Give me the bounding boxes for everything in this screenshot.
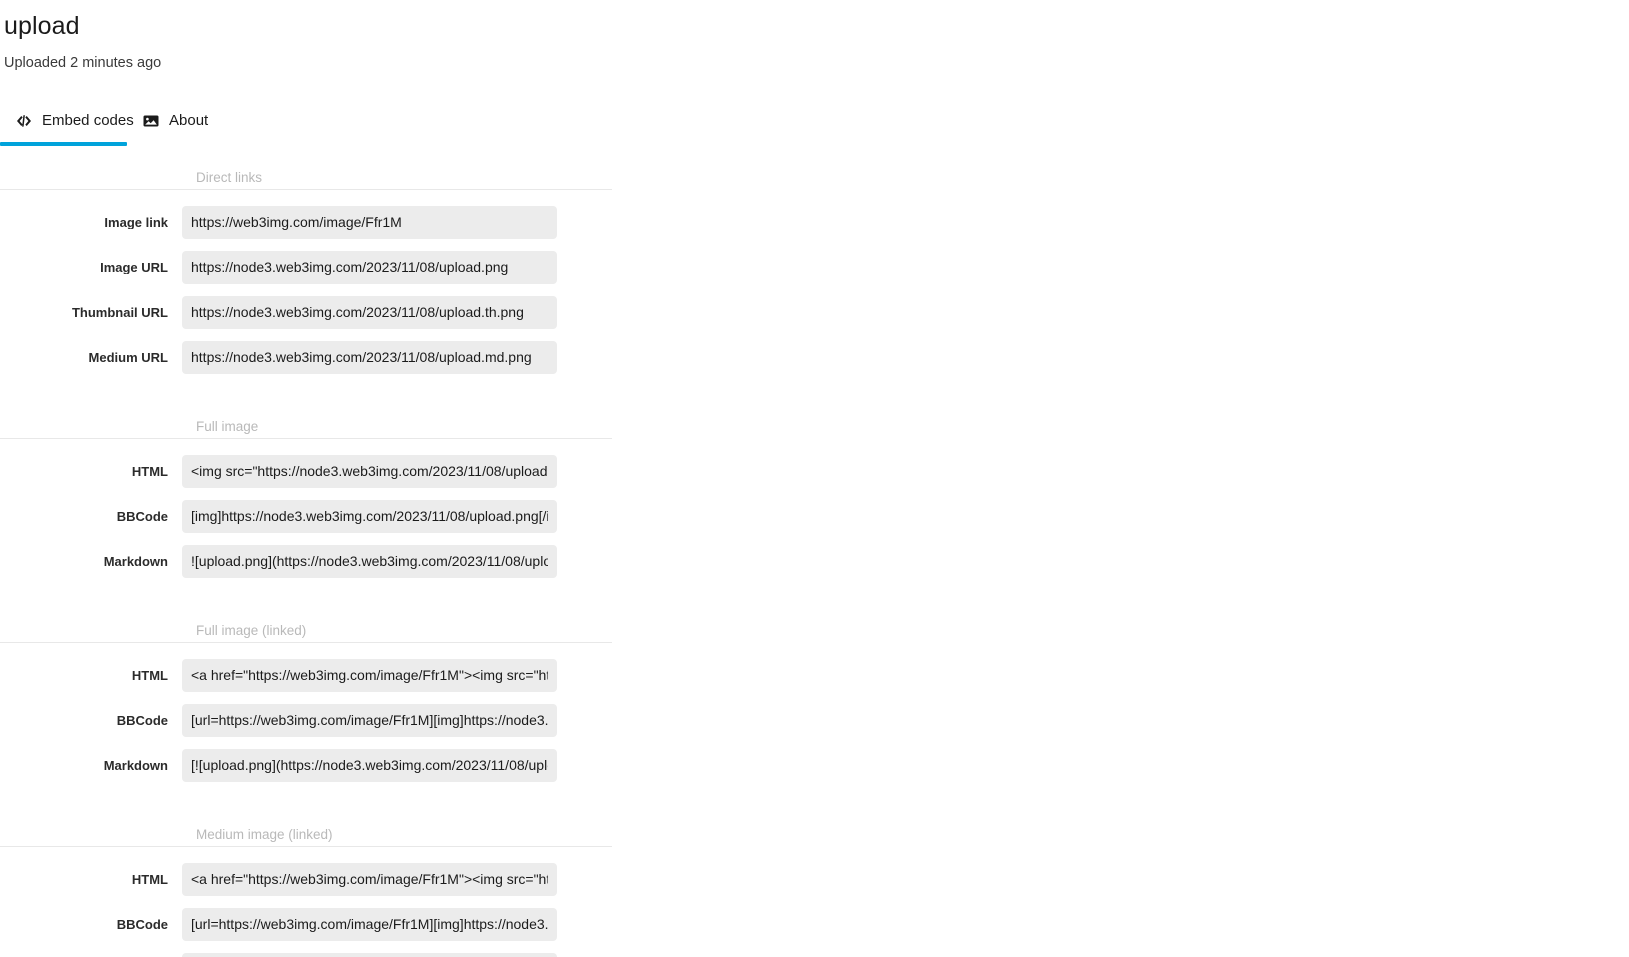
tab-bar: Embed codes About xyxy=(0,100,1629,146)
medium-image-linked-bbcode-input[interactable] xyxy=(182,907,557,941)
section-full-image: Full image HTML BBCode Markdown xyxy=(0,411,612,584)
section-title: Full image xyxy=(196,419,259,434)
section-full-image-linked-header: Full image (linked) xyxy=(0,615,612,643)
tab-embed-codes[interactable]: Embed codes xyxy=(0,102,134,146)
field-label: Medium URL xyxy=(88,350,168,364)
full-image-linked-markdown-input[interactable] xyxy=(182,748,557,782)
section-title: Direct links xyxy=(196,170,263,185)
field-label: BBCode xyxy=(116,917,168,931)
field-row: BBCode xyxy=(0,902,612,947)
section-full-image-linked-rows: HTML BBCode Markdown xyxy=(0,643,612,788)
medium-image-linked-markdown-input[interactable] xyxy=(182,952,557,957)
image-url-input[interactable] xyxy=(182,250,557,284)
tab-about[interactable]: About xyxy=(127,102,220,140)
section-direct-links: Direct links Image link Image URL Thumbn… xyxy=(0,162,612,380)
section-medium-image-linked-rows: HTML BBCode Markdown xyxy=(0,847,612,957)
section-medium-image-linked: Medium image (linked) HTML BBCode Markdo… xyxy=(0,819,612,957)
medium-url-input[interactable] xyxy=(182,340,557,374)
field-row: Markdown xyxy=(0,947,612,957)
field-row: HTML xyxy=(0,449,612,494)
field-label: BBCode xyxy=(116,509,168,523)
field-label: HTML xyxy=(131,872,168,886)
section-full-image-linked: Full image (linked) HTML BBCode Markdown xyxy=(0,615,612,788)
embed-codes-content: Direct links Image link Image URL Thumbn… xyxy=(0,140,1629,957)
field-label: Markdown xyxy=(103,554,168,568)
field-label: Image URL xyxy=(100,260,168,274)
field-label: HTML xyxy=(131,464,168,478)
field-label: Markdown xyxy=(103,758,168,772)
field-row: HTML xyxy=(0,857,612,902)
section-medium-image-linked-header: Medium image (linked) xyxy=(0,819,612,847)
field-label: BBCode xyxy=(116,713,168,727)
full-image-linked-html-input[interactable] xyxy=(182,658,557,692)
thumbnail-url-input[interactable] xyxy=(182,295,557,329)
section-full-image-header: Full image xyxy=(0,411,612,439)
field-row: Medium URL xyxy=(0,335,612,380)
field-row: Thumbnail URL xyxy=(0,290,612,335)
field-row: BBCode xyxy=(0,494,612,539)
image-icon xyxy=(142,112,160,130)
full-image-linked-bbcode-input[interactable] xyxy=(182,703,557,737)
embed-codes-page: upload Uploaded 2 minutes ago Embed code… xyxy=(0,0,1629,957)
full-image-bbcode-input[interactable] xyxy=(182,499,557,533)
field-row: Markdown xyxy=(0,743,612,788)
tab-embed-codes-label: Embed codes xyxy=(42,112,134,129)
field-row: HTML xyxy=(0,653,612,698)
full-image-html-input[interactable] xyxy=(182,454,557,488)
field-row: BBCode xyxy=(0,698,612,743)
field-label: Image link xyxy=(104,215,168,229)
section-title: Full image (linked) xyxy=(196,623,307,638)
page-header: upload Uploaded 2 minutes ago xyxy=(0,0,1629,71)
field-row: Markdown xyxy=(0,539,612,584)
section-direct-links-rows: Image link Image URL Thumbnail URL Mediu… xyxy=(0,190,612,380)
image-link-input[interactable] xyxy=(182,205,557,239)
field-row: Image URL xyxy=(0,245,612,290)
full-image-markdown-input[interactable] xyxy=(182,544,557,578)
field-row: Image link xyxy=(0,200,612,245)
section-title: Medium image (linked) xyxy=(196,827,333,842)
tab-about-label: About xyxy=(169,112,209,129)
code-icon xyxy=(15,112,33,130)
upload-timestamp: Uploaded 2 minutes ago xyxy=(4,55,162,71)
page-title: upload xyxy=(4,12,80,40)
field-label: Thumbnail URL xyxy=(71,305,168,319)
section-full-image-rows: HTML BBCode Markdown xyxy=(0,439,612,584)
field-label: HTML xyxy=(131,668,168,682)
section-direct-links-header: Direct links xyxy=(0,162,612,190)
medium-image-linked-html-input[interactable] xyxy=(182,862,557,896)
